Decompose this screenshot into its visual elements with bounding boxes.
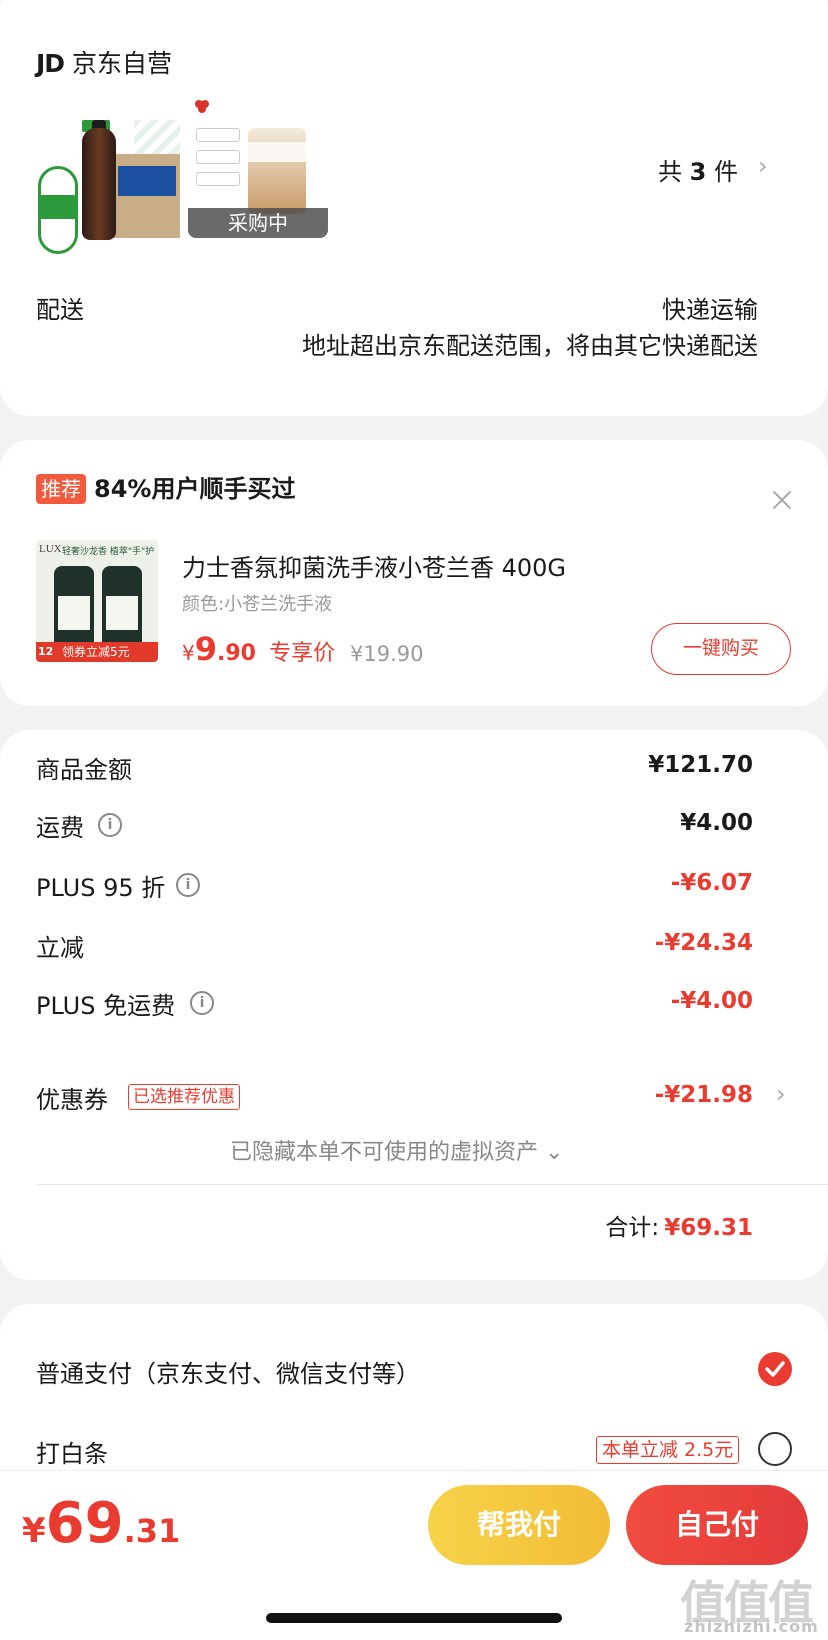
payment-option-normal[interactable]: 普通支付（京东支付、微信支付等） — [36, 1354, 420, 1389]
pay-myself-button[interactable]: 自己付 — [626, 1485, 808, 1565]
summary-row-label: 运费 — [36, 814, 84, 842]
store-card: JD 京东自营 采购中 共 3 件 › 配送 快递运输 地址超出京东配送范围，将… — [0, 0, 828, 416]
watermark-url: zhizhizhi.com — [684, 1617, 819, 1636]
watermark: 值值值 zhizhizhi.com — [680, 1567, 828, 1640]
total-label: 合计: — [605, 1215, 660, 1241]
chevron-down-icon: ⌄ — [545, 1140, 564, 1165]
buying-badge: 采购中 — [188, 208, 328, 238]
image-promo-strip: 12 领券立减5元 — [36, 642, 158, 662]
total-row: 合计: ¥69.31 — [605, 1208, 753, 1242]
final-price: ¥69.31 — [22, 1491, 180, 1556]
recommend-card: 推荐 84%用户顺手买过 LUX 轻奢沙龙香 植萃"手"护 12 领券立减5元 … — [0, 440, 828, 706]
price-symbol: ¥ — [182, 641, 195, 665]
check-selected-icon[interactable] — [758, 1352, 792, 1386]
info-icon[interactable]: i — [176, 873, 200, 897]
rice-feature-line — [196, 150, 240, 164]
summary-row-value: -¥24.34 — [654, 930, 753, 956]
exclusive-price: ¥9.90 专享价 — [182, 630, 335, 668]
final-price-dec: .31 — [123, 1512, 181, 1550]
chevron-right-icon[interactable]: › — [758, 152, 768, 180]
product-thumb-drinks[interactable] — [38, 120, 180, 254]
jd-logo: JD — [36, 49, 65, 78]
chevron-right-icon[interactable]: › — [776, 1080, 786, 1108]
total-value: ¥69.31 — [664, 1215, 753, 1241]
home-indicator[interactable] — [266, 1613, 562, 1623]
lux-logo: LUX — [39, 543, 62, 555]
product-name[interactable]: 力士香氛抑菌洗手液小苍兰香 400G — [182, 548, 566, 583]
radio-unselected-icon[interactable] — [758, 1432, 792, 1466]
coupon-value[interactable]: -¥21.98 — [655, 1082, 753, 1108]
divider — [36, 1184, 828, 1185]
price-summary-card: 商品金额 ¥121.70 运费 i ¥4.00 PLUS 95 折 i -¥6.07 立减 -¥2… — [0, 730, 828, 1280]
summary-row-label: 立减 — [36, 934, 84, 962]
product-spec: 颜色:小苍兰洗手液 — [182, 594, 333, 615]
rice-feature-line — [196, 172, 240, 186]
coupon-label[interactable]: 优惠券 — [36, 1080, 108, 1115]
info-icon[interactable]: i — [98, 813, 122, 837]
bottle-shape — [82, 128, 116, 240]
one-click-buy-button[interactable]: 一键购买 — [651, 623, 791, 675]
coupon-tag: 已选推荐优惠 — [128, 1084, 240, 1110]
summary-row-label: 商品金额 — [36, 756, 132, 784]
image-promo-text: 领券立减5元 — [62, 645, 130, 659]
hidden-assets-toggle[interactable]: 已隐藏本单不可使用的虚拟资产 ⌄ — [230, 1134, 563, 1166]
rice-bag-shape — [248, 128, 306, 214]
final-currency: ¥ — [22, 1511, 46, 1551]
price-int: 9 — [194, 630, 217, 668]
rice-feature-line — [196, 128, 240, 142]
brand-seal-icon — [195, 100, 209, 113]
image-topline: 轻奢沙龙香 植萃"手"护 — [62, 547, 155, 557]
payment-option-baitiao[interactable]: 打白条 — [36, 1434, 108, 1469]
green-label-shape — [38, 166, 78, 254]
summary-row-label: PLUS 免运费 — [36, 992, 176, 1020]
original-price: ¥19.90 — [350, 642, 424, 666]
summary-row-value: -¥4.00 — [670, 988, 753, 1014]
summary-row-value: -¥6.07 — [670, 870, 753, 896]
price-dec: .90 — [217, 641, 256, 666]
recommend-headline: 84%用户顺手买过 — [94, 475, 296, 503]
help-me-pay-button[interactable]: 帮我付 — [428, 1485, 610, 1565]
delivery-label: 配送 — [36, 296, 84, 324]
items-count[interactable]: 共 3 件 — [658, 152, 738, 187]
store-name: 京东自营 — [72, 49, 173, 78]
summary-row-label: PLUS 95 折 — [36, 874, 166, 902]
image-count: 12 — [38, 645, 54, 658]
bottom-pay-bar: ¥69.31 帮我付 自己付 值值值 zhizhizhi.com — [0, 1470, 828, 1640]
recommend-badge: 推荐 — [36, 474, 86, 504]
baitiao-discount-tag: 本单立减 2.5元 — [596, 1436, 740, 1464]
hidden-assets-text: 已隐藏本单不可使用的虚拟资产 — [230, 1140, 539, 1165]
price-tag: 专享价 — [269, 641, 336, 666]
items-count-number: 3 — [689, 158, 707, 186]
summary-row-value: ¥121.70 — [648, 752, 753, 778]
summary-row-value: ¥4.00 — [680, 810, 753, 836]
items-suffix: 件 — [713, 158, 738, 186]
close-icon[interactable] — [770, 488, 794, 512]
info-icon[interactable]: i — [190, 991, 214, 1015]
store-header[interactable]: JD 京东自营 — [36, 44, 172, 80]
product-image-lux[interactable]: LUX 轻奢沙龙香 植萃"手"护 12 领券立减5元 — [36, 540, 158, 662]
items-prefix: 共 — [658, 158, 682, 186]
delivery-method[interactable]: 快递运输 — [662, 290, 758, 325]
delivery-note: 地址超出京东配送范围，将由其它快递配送 — [302, 332, 758, 360]
carton-shape — [114, 154, 180, 238]
final-price-int: 69 — [45, 1491, 124, 1556]
